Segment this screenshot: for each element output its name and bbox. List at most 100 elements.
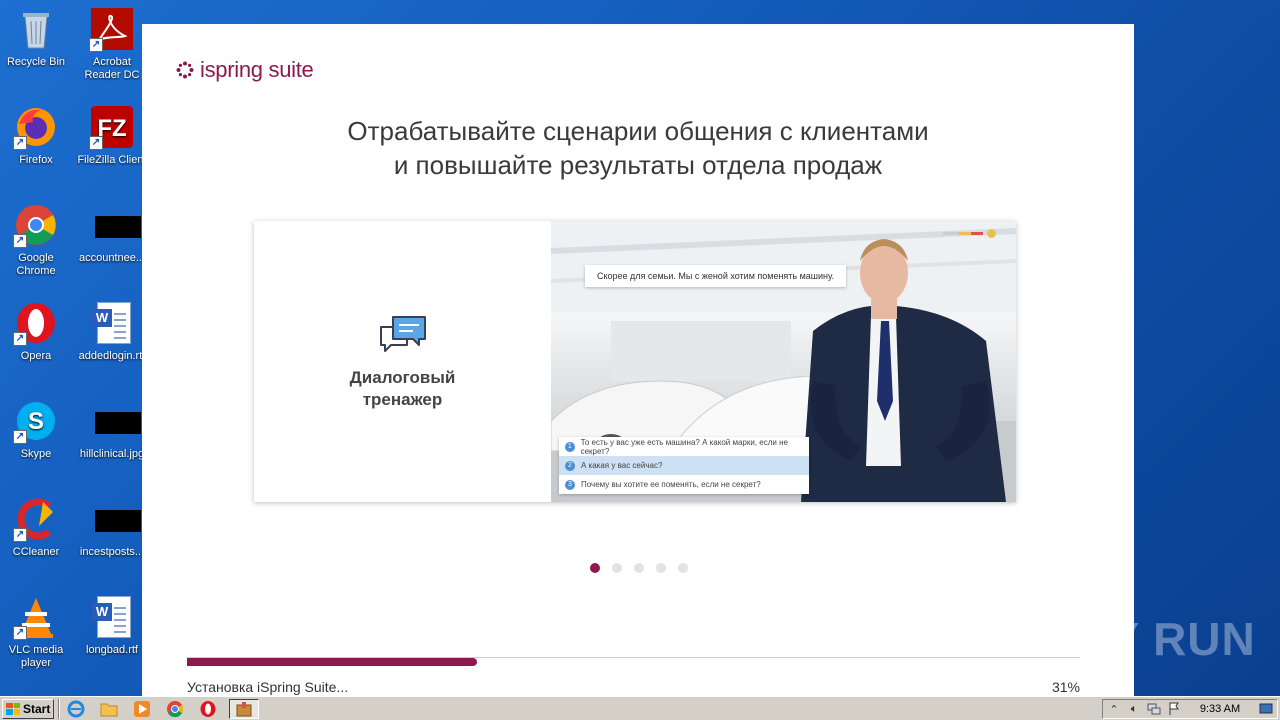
answer-options: 1 То есть у вас уже есть машина? А какой… (559, 437, 809, 494)
desktop-icon-chrome[interactable]: ↗ Google Chrome (2, 202, 70, 292)
headline-line-2: и повышайте результаты отдела продаж (393, 150, 883, 180)
windows-logo-icon (6, 702, 20, 715)
taskbar-chrome[interactable] (163, 699, 187, 719)
install-progress-bar (187, 657, 1080, 666)
desktop-icon-label: hillclinical.jpg (79, 448, 145, 460)
desktop-icon-firefox[interactable]: ↗ Firefox (2, 104, 70, 194)
desktop-icon-ccleaner[interactable]: ↗ CCleaner (2, 496, 70, 586)
slide-title: Диалоговый тренажер (350, 367, 456, 411)
desktop-icon-label: Google Chrome (16, 252, 56, 277)
desktop-icon-skype[interactable]: S ↗ Skype (2, 398, 70, 488)
answer-number-badge: 3 (565, 479, 575, 490)
file-thumbnail-icon (89, 202, 141, 248)
install-status-text: Установка iSpring Suite... (187, 679, 349, 695)
vlc-icon: ↗ (13, 594, 59, 640)
file-thumbnail-icon (89, 496, 141, 542)
show-desktop-icon[interactable] (1259, 702, 1273, 716)
carousel-dot[interactable] (590, 563, 600, 573)
desktop-icon-label: Acrobat Reader DC (84, 56, 140, 81)
acrobat-icon: ↗ (89, 6, 135, 52)
carousel-dot[interactable] (678, 563, 688, 573)
chrome-icon (167, 700, 184, 717)
taskbar-separator (58, 698, 60, 719)
desktop-icon-acrobat[interactable]: ↗ Acrobat Reader DC (78, 6, 146, 96)
mood-meter (943, 229, 996, 238)
headline-line-1: Отрабатывайте сценарии общения с клиента… (347, 116, 929, 146)
ccleaner-icon: ↗ (13, 496, 59, 542)
firefox-icon: ↗ (13, 104, 59, 150)
desktop-icon-addedlogin[interactable]: W addedlogin.rtf (78, 300, 146, 390)
taskbar-media-player[interactable] (130, 699, 154, 719)
desktop-icon-incestposts[interactable]: incestposts... (78, 496, 146, 586)
desktop-icon-label: Recycle Bin (6, 56, 66, 68)
desktop-icon-label: accountnee... (78, 252, 146, 264)
answer-text: А какая у вас сейчас? (581, 461, 663, 470)
recycle-bin-icon (13, 6, 59, 52)
anyrun-watermark: ANY RUN (1040, 613, 1256, 665)
carousel-dot[interactable] (634, 563, 644, 573)
answer-option-selected: 2 А какая у вас сейчас? (559, 456, 809, 475)
ispring-logo-icon (176, 61, 194, 79)
slide-title-line-1: Диалоговый (349, 367, 456, 387)
answer-text: То есть у вас уже есть машина? А какой м… (580, 437, 788, 456)
start-label: Start (23, 701, 51, 716)
desktop-icon-label: longbad.rtf (86, 644, 138, 656)
chrome-icon: ↗ (13, 202, 59, 248)
skype-icon: S ↗ (13, 398, 59, 444)
carousel-dot[interactable] (656, 563, 666, 573)
desktop-icon-label: CCleaner (12, 546, 60, 558)
desktop-icon-longbad[interactable]: W longbad.rtf (78, 594, 146, 684)
desktop-icon-label: incestposts... (79, 546, 145, 558)
ispring-logo: ispring suite (176, 57, 314, 83)
desktop-icon-vlc[interactable]: ↗ VLC media player (2, 594, 70, 684)
desktop-icon-label: Skype (20, 448, 52, 460)
system-tray: ⌃ 🔈︎ 9:33 AM (1102, 699, 1278, 719)
volume-icon[interactable]: 🔈︎ (1127, 702, 1141, 716)
taskbar: Start ⌃ 🔈︎ 9:33 AM (0, 696, 1280, 720)
desktop-icon-opera[interactable]: ↗ Opera (2, 300, 70, 390)
install-progress-fill (187, 658, 478, 666)
action-center-flag-icon[interactable] (1167, 702, 1181, 716)
desktop-icon-label: Firefox (19, 154, 53, 166)
slide-title-line-2: тренажер (362, 389, 443, 409)
smiley-icon (987, 229, 996, 238)
svg-text:S: S (28, 408, 44, 435)
tray-expand-icon[interactable]: ⌃ (1107, 702, 1121, 716)
taskbar-ie[interactable] (64, 699, 88, 719)
answer-text: Почему вы хотите ее поменять, если не се… (581, 480, 761, 489)
desktop-icon-filezilla[interactable]: FZ ↗ FileZilla Client (77, 104, 147, 194)
taskbar-opera[interactable] (196, 699, 220, 719)
taskbar-explorer[interactable] (97, 699, 121, 719)
desktop-icon-accountnee[interactable]: accountnee... (78, 202, 146, 292)
word-document-icon: W (89, 594, 135, 640)
media-player-icon (134, 700, 150, 717)
network-icon[interactable] (1147, 702, 1161, 716)
page-title: Отрабатывайте сценарии общения с клиента… (142, 114, 1134, 182)
installer-window: ispring suite Отрабатывайте сценарии общ… (142, 24, 1134, 696)
desktop-icon-label: Opera (20, 350, 52, 362)
desktop-icon-recycle-bin[interactable]: Recycle Bin (2, 6, 70, 96)
clock[interactable]: 9:33 AM (1200, 703, 1240, 715)
filezilla-icon: FZ ↗ (89, 104, 135, 150)
opera-icon: ↗ (13, 300, 59, 346)
opera-icon (200, 700, 216, 717)
desktop-icon-label: VLC media player (8, 644, 64, 669)
answer-option: 1 То есть у вас уже есть машина? А какой… (559, 437, 809, 456)
carousel-dot[interactable] (612, 563, 622, 573)
chat-bubbles-icon (379, 315, 426, 352)
taskbar-ispring-installer[interactable] (229, 698, 259, 719)
answer-option: 3 Почему вы хотите ее поменять, если не … (559, 475, 809, 494)
desktop-icon-label: addedlogin.rtf (78, 350, 146, 362)
answer-number-badge: 2 (565, 460, 575, 471)
folder-icon (100, 703, 118, 716)
internet-explorer-icon (67, 700, 85, 717)
speech-bubble: Скорее для семьи. Мы с женой хотим помен… (585, 265, 847, 287)
carousel-pagination (590, 563, 688, 573)
slide-scenario-preview: Скорее для семьи. Мы с женой хотим помен… (551, 221, 1016, 502)
carousel-slide: Диалоговый тренажер Скорее для семьи. Мы… (254, 221, 1016, 502)
file-thumbnail-icon (89, 398, 141, 444)
start-button[interactable]: Start (2, 698, 54, 719)
logo-text: ispring suite (200, 57, 314, 82)
desktop-icon-hillclinical[interactable]: hillclinical.jpg (78, 398, 146, 488)
slide-feature-panel: Диалоговый тренажер (254, 221, 551, 502)
